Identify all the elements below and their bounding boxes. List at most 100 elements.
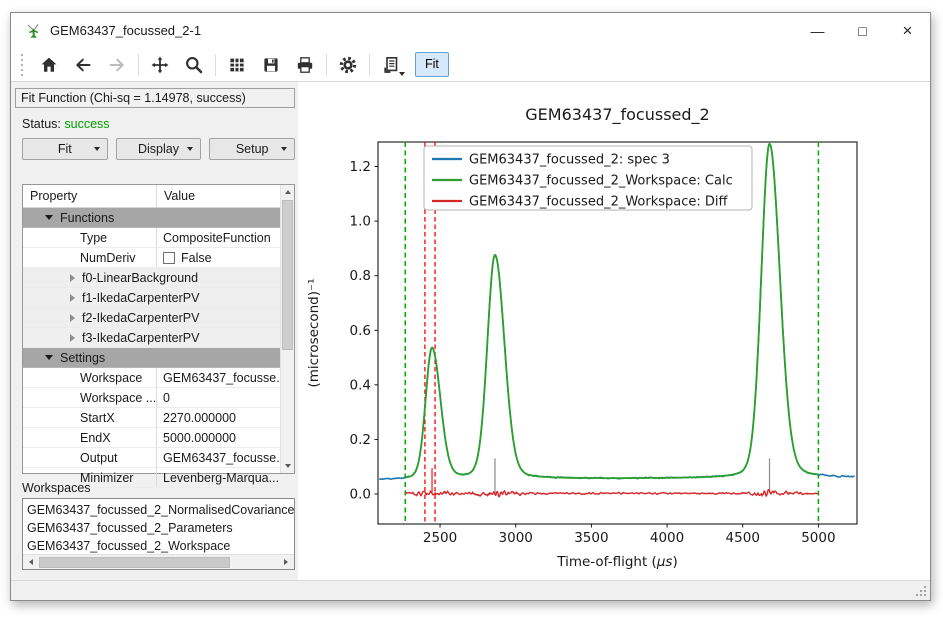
workspace-items: GEM63437_focussed_2_NormalisedCovariance… xyxy=(23,499,294,554)
property-value[interactable]: False xyxy=(156,248,280,267)
collapse-icon[interactable] xyxy=(45,215,53,220)
group-label: Functions xyxy=(60,211,114,225)
expand-icon[interactable] xyxy=(70,274,75,282)
close-button[interactable]: × xyxy=(885,13,930,48)
zoom-button[interactable] xyxy=(177,51,211,79)
property-value-text: GEM63437_focusse... xyxy=(163,371,280,385)
display-menu-button[interactable]: Display xyxy=(116,138,202,160)
mantid-logo-icon xyxy=(24,22,42,40)
fit-property-panel: Fit Function (Chi-sq = 1.14978, success)… xyxy=(11,82,298,580)
series-diff-line[interactable] xyxy=(405,490,818,497)
toolbar-drag-handle[interactable] xyxy=(21,54,23,76)
grid-icon xyxy=(227,55,247,75)
chevron-down-icon xyxy=(399,72,405,76)
expand-icon[interactable] xyxy=(70,294,75,302)
generate-script-button[interactable] xyxy=(374,51,408,79)
toolbar-separator xyxy=(369,54,370,76)
expand-icon[interactable] xyxy=(70,334,75,342)
plot-area[interactable]: 2500300035004000450050000.00.20.40.60.81… xyxy=(298,82,930,580)
y-axis-label: (microsecond)⁻¹ xyxy=(306,278,322,387)
workspace-list-item[interactable]: GEM63437_focussed_2_Parameters xyxy=(27,519,294,537)
workspace-list-item[interactable]: GEM63437_focussed_2_NormalisedCovariance… xyxy=(27,501,294,519)
y-tick-label: 0.6 xyxy=(350,323,371,339)
property-row-startx[interactable]: StartX2270.000000 xyxy=(23,408,280,428)
property-value[interactable]: 5000.000000 xyxy=(156,428,280,447)
window-title: GEM63437_focussed_2-1 xyxy=(50,23,201,38)
maximize-button[interactable]: □ xyxy=(840,13,885,48)
property-row-endx[interactable]: EndX5000.000000 xyxy=(23,428,280,448)
status-label: Status: xyxy=(22,117,61,131)
property-value[interactable]: GEM63437_focusse... xyxy=(156,448,280,467)
property-value[interactable]: 2270.000000 xyxy=(156,408,280,427)
setup-menu-button[interactable]: Setup xyxy=(209,138,295,160)
print-button[interactable] xyxy=(288,51,322,79)
scroll-left-icon[interactable] xyxy=(23,555,39,569)
property-row-type[interactable]: TypeCompositeFunction xyxy=(23,228,280,248)
hscrollbar-thumb[interactable] xyxy=(39,557,230,568)
property-row-f3-ikedacarpenterpv[interactable]: f3-IkedaCarpenterPV xyxy=(23,328,280,348)
customize-button[interactable] xyxy=(331,51,365,79)
fit-window: GEM63437_focussed_2-1 — □ × xyxy=(10,12,931,601)
property-value-text: 2270.000000 xyxy=(163,411,236,425)
x-tick-label: 2500 xyxy=(423,530,457,546)
property-row-f1-ikedacarpenterpv[interactable]: f1-IkedaCarpenterPV xyxy=(23,288,280,308)
forward-button[interactable] xyxy=(100,51,134,79)
scroll-down-icon[interactable] xyxy=(281,459,294,473)
home-button[interactable] xyxy=(32,51,66,79)
pan-button[interactable] xyxy=(143,51,177,79)
collapse-icon[interactable] xyxy=(45,355,53,360)
numderiv-checkbox[interactable] xyxy=(163,252,175,264)
x-tick-label: 4500 xyxy=(726,530,760,546)
fit-menu-row: Fit Display Setup xyxy=(22,138,295,160)
scroll-up-icon[interactable] xyxy=(281,185,294,199)
main-area: Fit Function (Chi-sq = 1.14978, success)… xyxy=(11,82,930,580)
property-value-text: GEM63437_focusse... xyxy=(163,451,280,465)
plot-legend[interactable]: GEM63437_focussed_2: spec 3GEM63437_focu… xyxy=(424,146,752,210)
property-table-scrollbar[interactable] xyxy=(280,185,294,473)
fit-plot[interactable]: 2500300035004000450050000.00.20.40.60.81… xyxy=(298,82,930,580)
property-row-functions[interactable]: Functions xyxy=(23,208,280,228)
property-value[interactable]: GEM63437_focusse... xyxy=(156,368,280,387)
save-floppy-icon xyxy=(261,55,281,75)
zoom-magnifier-icon xyxy=(184,55,204,75)
property-row-workspace[interactable]: WorkspaceGEM63437_focusse... xyxy=(23,368,280,388)
fit-menu-button[interactable]: Fit xyxy=(22,138,108,160)
fit-toolbar-button[interactable]: Fit xyxy=(415,52,449,77)
toolbar-separator xyxy=(326,54,327,76)
status-value: success xyxy=(64,117,109,131)
window-controls: — □ × xyxy=(795,13,930,48)
property-value-text: False xyxy=(181,251,212,265)
output-workspaces-list: GEM63437_focussed_2_NormalisedCovariance… xyxy=(22,498,295,570)
property-name: Type xyxy=(23,231,156,245)
print-icon xyxy=(295,55,315,75)
property-value-text: 5000.000000 xyxy=(163,431,236,445)
back-button[interactable] xyxy=(66,51,100,79)
scroll-right-icon[interactable] xyxy=(278,555,294,569)
property-name: Workspace ... xyxy=(23,391,156,405)
property-row-workspace[interactable]: Workspace ...0 xyxy=(23,388,280,408)
expand-icon[interactable] xyxy=(70,314,75,322)
fit-property-browser: Property Value FunctionsTypeCompositeFun… xyxy=(22,184,295,474)
save-button[interactable] xyxy=(254,51,288,79)
resize-grip[interactable] xyxy=(914,584,927,597)
grid-button[interactable] xyxy=(220,51,254,79)
property-row-f2-ikedacarpenterpv[interactable]: f2-IkedaCarpenterPV xyxy=(23,308,280,328)
x-tick-label: 5000 xyxy=(801,530,835,546)
property-value[interactable]: Levenberg-Marqua... xyxy=(156,468,280,487)
property-row-settings[interactable]: Settings xyxy=(23,348,280,368)
group-label: f0-LinearBackground xyxy=(82,271,198,285)
property-value[interactable]: CompositeFunction xyxy=(156,228,280,247)
property-value[interactable]: 0 xyxy=(156,388,280,407)
property-value-text: Levenberg-Marqua... xyxy=(163,471,279,485)
fit-function-header[interactable]: Fit Function (Chi-sq = 1.14978, success) xyxy=(15,88,295,108)
workspace-list-item[interactable]: GEM63437_focussed_2_Workspace xyxy=(27,537,294,554)
pan-axes-icon xyxy=(150,55,170,75)
property-name: NumDeriv xyxy=(23,251,156,265)
minimize-button[interactable]: — xyxy=(795,13,840,48)
property-row-f0-linearbackground[interactable]: f0-LinearBackground xyxy=(23,268,280,288)
workspaces-hscrollbar[interactable] xyxy=(23,554,294,569)
title-bar[interactable]: GEM63437_focussed_2-1 — □ × xyxy=(11,13,930,48)
property-row-output[interactable]: OutputGEM63437_focusse... xyxy=(23,448,280,468)
scrollbar-thumb[interactable] xyxy=(282,200,293,350)
property-row-numderiv[interactable]: NumDeriv False xyxy=(23,248,280,268)
